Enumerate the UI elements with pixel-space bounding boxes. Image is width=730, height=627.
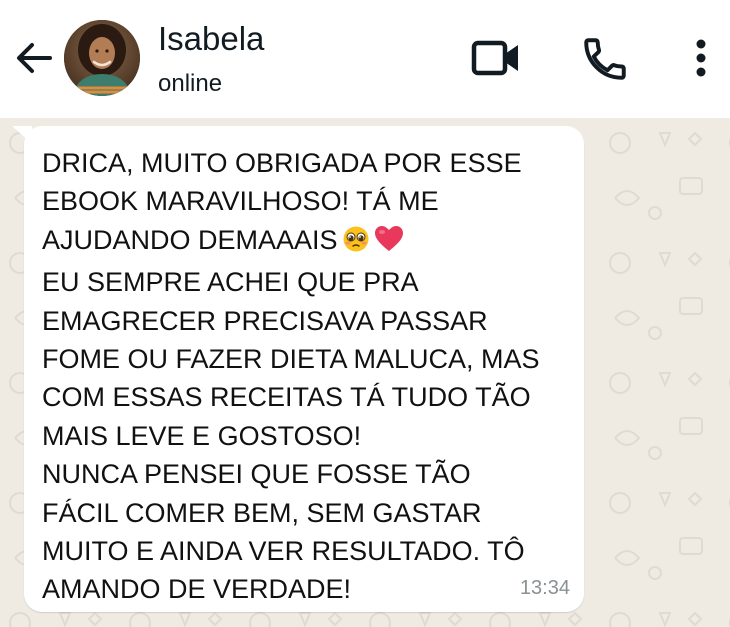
message-text-part2: EU SEMPRE ACHEI QUE PRA EMAGRECER PRECIS… — [42, 267, 540, 605]
message-text-part1: DRICA, MUITO OBRIGADA POR ESSE EBOOK MAR… — [42, 148, 522, 255]
avatar[interactable] — [64, 20, 140, 96]
voice-call-button[interactable] — [580, 34, 630, 84]
back-arrow-icon — [17, 43, 52, 73]
contact-status: online — [158, 70, 223, 97]
phone-icon — [584, 38, 626, 80]
more-options-button[interactable] — [678, 34, 724, 84]
contact-name[interactable]: Isabela — [158, 20, 264, 58]
message-text: DRICA, MUITO OBRIGADA POR ESSE EBOOK MAR… — [42, 144, 572, 609]
message-bubble[interactable]: DRICA, MUITO OBRIGADA POR ESSE EBOOK MAR… — [24, 126, 584, 612]
chat-area[interactable]: DRICA, MUITO OBRIGADA POR ESSE EBOOK MAR… — [0, 118, 730, 627]
message-timestamp: 13:34 — [519, 577, 570, 599]
more-vert-icon — [696, 39, 706, 77]
video-call-button[interactable] — [470, 34, 520, 84]
contact-photo — [64, 20, 140, 96]
video-camera-icon — [471, 40, 518, 76]
chat-header: Isabela online — [0, 0, 730, 118]
heart-emoji — [374, 225, 404, 263]
pleading-face-emoji — [342, 225, 370, 263]
back-button[interactable] — [12, 36, 56, 80]
